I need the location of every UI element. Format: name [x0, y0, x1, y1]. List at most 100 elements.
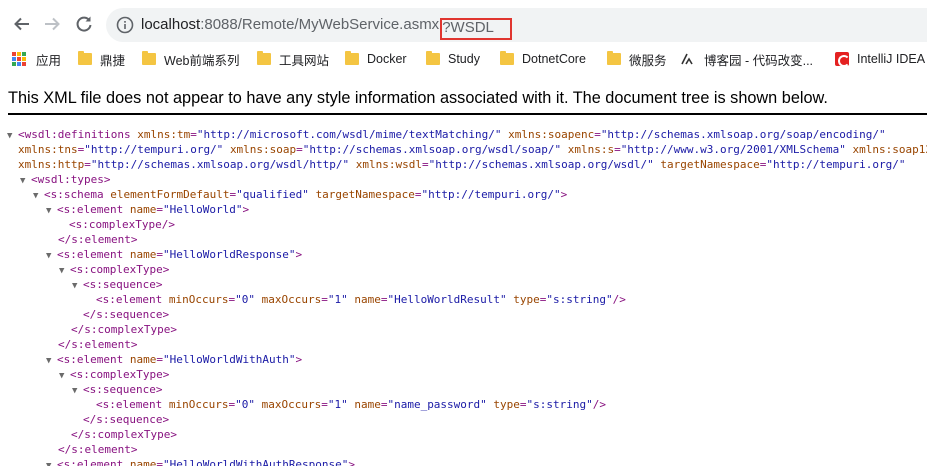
xml-attribute-value: "s:string": [546, 293, 613, 306]
folder-icon: [607, 51, 621, 65]
xml-attribute-name: targetNamespace: [660, 158, 760, 171]
back-button[interactable]: [12, 14, 32, 34]
folder-icon: [500, 51, 514, 65]
xml-tag-text: >: [295, 248, 303, 261]
xml-tag-text: >: [295, 353, 303, 366]
collapse-triangle-icon[interactable]: ▼: [59, 369, 70, 384]
folder-icon: [345, 51, 359, 65]
bookmark-label: 博客园 - 代码改变...: [704, 53, 814, 68]
xml-attribute-name: name: [129, 458, 157, 466]
folder-icon: [426, 51, 440, 65]
xml-tag-text: <s:element: [57, 353, 130, 366]
xml-style-notice: This XML file does not appear to have an…: [8, 89, 828, 107]
xml-tag-text: [309, 188, 316, 201]
bookmark-folder-web-frontend[interactable]: Web前端系列: [142, 48, 239, 70]
bookmark-folder-study[interactable]: Study: [426, 48, 480, 70]
xml-tag-text: >: [560, 188, 568, 201]
bookmark-apps[interactable]: 应用: [12, 48, 61, 70]
xml-attribute-value: "http://microsoft.com/wsdl/mime/textMatc…: [196, 128, 502, 141]
xml-line: <s:complexType/>: [69, 217, 175, 232]
xml-tag-text: >: [348, 458, 356, 466]
folder-icon: [78, 51, 92, 65]
collapse-triangle-icon[interactable]: ▼: [72, 279, 83, 294]
bookmark-folder-docker[interactable]: Docker: [345, 48, 407, 70]
reload-button[interactable]: [74, 14, 94, 34]
xml-line: xmlns:tns = "http://tempuri.org/" xmlns:so…: [18, 142, 927, 157]
bookmark-label: Study: [448, 52, 480, 66]
xml-tag-text: </s:complexType>: [71, 428, 177, 441]
collapse-triangle-icon[interactable]: ▼: [46, 354, 57, 369]
xml-attribute-value: "1": [327, 293, 348, 306]
xml-tag-text: <s:element: [57, 203, 130, 216]
xml-attribute-value: "HelloWorld": [162, 203, 243, 216]
xml-line: </s:element>: [58, 442, 137, 457]
collapse-triangle-icon[interactable]: ▼: [33, 189, 44, 204]
xml-tag-text: </s:element>: [58, 233, 138, 246]
bookmark-folder-microservices[interactable]: 微服务: [607, 48, 667, 70]
xml-tag-text: [349, 158, 356, 171]
xml-tag-text: =: [414, 188, 422, 201]
xml-attribute-value: "http://schemas.xmlsoap.org/wsdl/soap/": [302, 143, 562, 156]
bookmark-cnblogs[interactable]: 博客园 - 代码改变...: [680, 48, 813, 70]
bookmark-intellij[interactable]: IntelliJ IDEA: [835, 48, 925, 70]
folder-icon: [257, 51, 271, 65]
xml-attribute-name: targetNamespace: [315, 188, 415, 201]
folder-icon: [142, 51, 156, 65]
collapse-triangle-icon[interactable]: ▼: [7, 129, 18, 144]
xml-attribute-name: name: [129, 203, 157, 216]
xml-tag-text: =: [156, 203, 163, 216]
xml-tag-text: <s:schema: [44, 188, 111, 201]
xml-line: </s:complexType>: [71, 322, 177, 337]
bookmark-label: 微服务: [629, 53, 667, 68]
xml-tag-text: </s:element>: [58, 338, 138, 351]
xml-attribute-value: "http://tempuri.org/": [766, 158, 906, 171]
collapse-triangle-icon[interactable]: ▼: [46, 204, 57, 219]
xml-tag-text: </s:element>: [58, 443, 138, 456]
xml-tag-text: [255, 293, 262, 306]
xml-attribute-name: xmlns:soap: [229, 143, 297, 156]
xml-line: </s:sequence>: [83, 412, 169, 427]
xml-tag-text: =: [519, 398, 527, 411]
collapse-triangle-icon[interactable]: ▼: [20, 174, 31, 189]
url-text[interactable]: localhost:8088/Remote/MyWebService.asmx?…: [141, 16, 512, 40]
collapse-triangle-icon[interactable]: ▼: [46, 459, 57, 466]
xml-tag-text: <s:sequence>: [83, 278, 163, 291]
back-arrow-icon: [14, 17, 29, 31]
bookmark-label: 鼎捷: [100, 53, 126, 68]
xml-tag-text: </s:sequence>: [83, 413, 170, 426]
xml-attribute-name: minOccurs: [168, 293, 229, 306]
xml-tag-text: <wsdl:definitions: [18, 128, 138, 141]
xml-tag-text: <s:complexType>: [70, 368, 170, 381]
info-icon[interactable]: [116, 16, 134, 34]
xml-tag-text: =: [190, 128, 197, 141]
forward-button[interactable]: [42, 14, 62, 34]
xml-line: </s:element>: [58, 232, 137, 247]
xml-tag-text: =: [614, 143, 621, 156]
xml-tag-text: <s:complexType>: [70, 263, 170, 276]
forward-arrow-icon: [45, 17, 60, 31]
xml-line: </s:sequence>: [83, 307, 169, 322]
collapse-triangle-icon[interactable]: ▼: [59, 264, 70, 279]
bookmark-label: IntelliJ IDEA: [857, 52, 926, 66]
collapse-triangle-icon[interactable]: ▼: [46, 249, 57, 264]
xml-tag-text: <wsdl:types>: [31, 173, 111, 186]
xml-attribute-name: xmlns:soapenc: [508, 128, 595, 141]
intellij-icon: [835, 52, 850, 67]
xml-line: <s:element minOccurs="0" maxOccurs="1" n…: [96, 292, 626, 307]
bookmark-folder-tools[interactable]: 工具网站: [257, 48, 329, 70]
xml-tag-text: />: [592, 398, 607, 411]
xml-attribute-name: xmlns:http: [18, 158, 85, 171]
xml-tag-text: =: [156, 458, 163, 466]
xml-attribute-name: xmlns:s: [567, 143, 615, 156]
xml-attribute-name: xmlns:tns: [18, 143, 78, 156]
bookmark-label: Docker: [367, 52, 407, 66]
xml-tag-text: =: [422, 158, 429, 171]
xml-attribute-value: "0": [235, 293, 255, 306]
xml-attribute-value: "s:string": [526, 398, 593, 411]
bookmark-folder-dingjie[interactable]: 鼎捷: [78, 48, 125, 70]
xml-attribute-value: "HelloWorldResponse": [162, 248, 296, 261]
bookmark-folder-dotnetcore[interactable]: DotnetCore: [500, 48, 586, 70]
collapse-triangle-icon[interactable]: ▼: [72, 384, 83, 399]
xml-tag-text: =: [321, 293, 328, 306]
address-bar[interactable]: localhost:8088/Remote/MyWebService.asmx?…: [106, 8, 927, 42]
